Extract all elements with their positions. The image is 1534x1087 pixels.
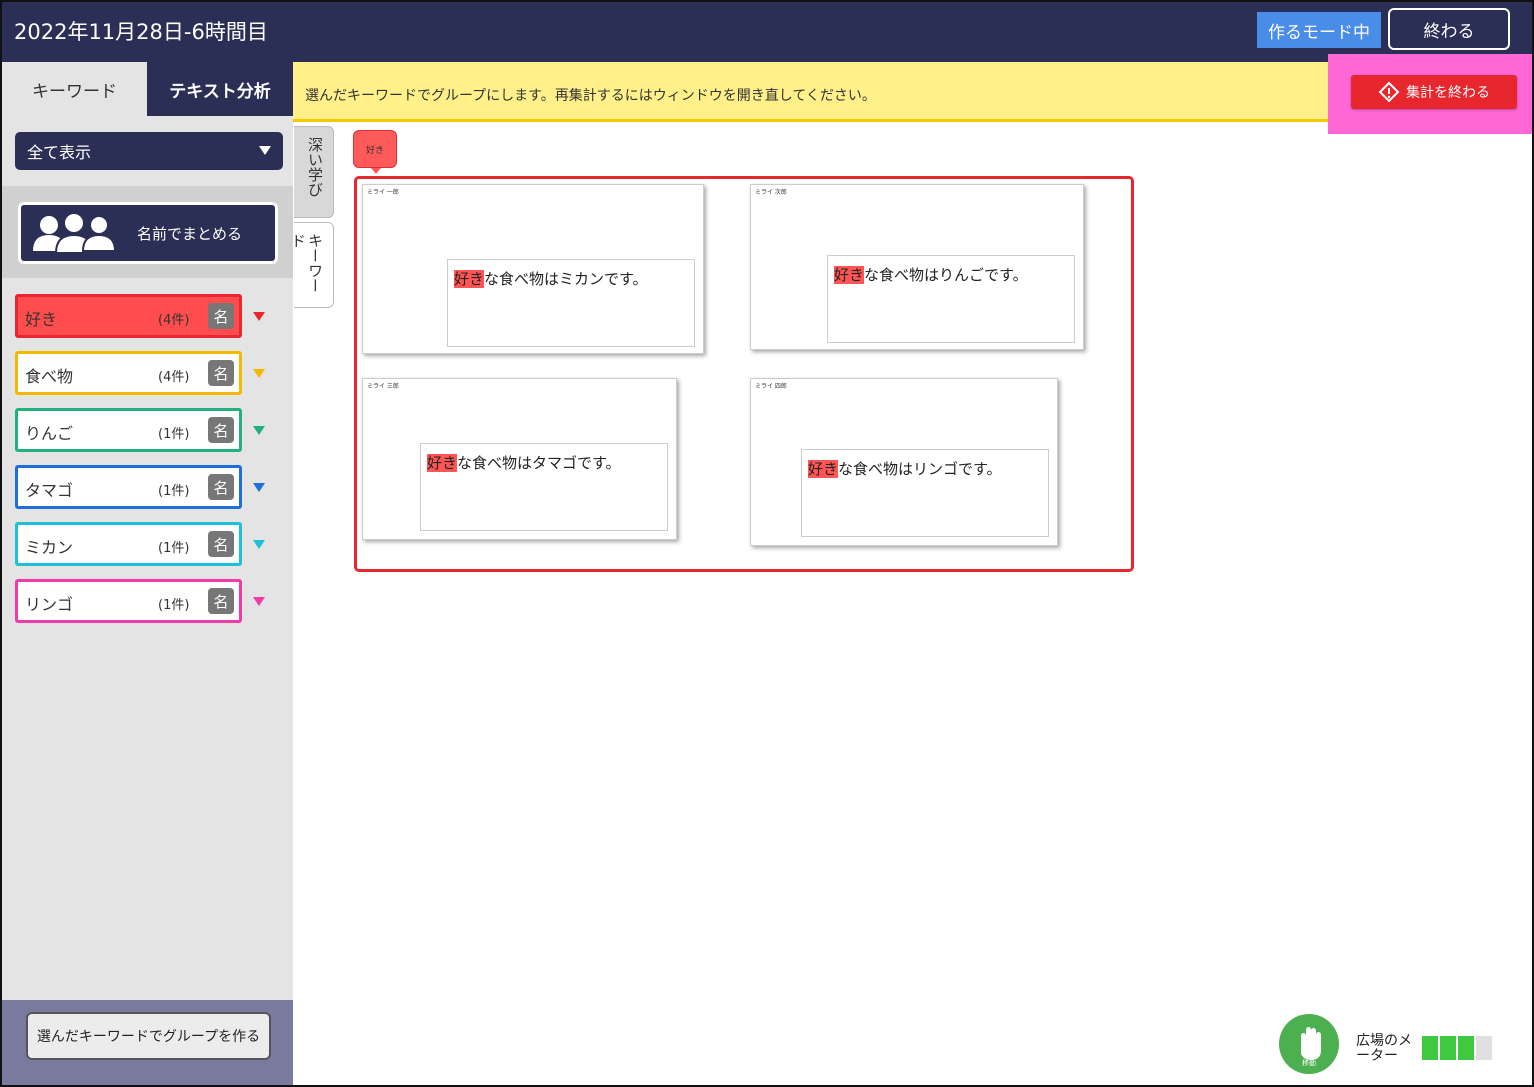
keyword-highlight: 好き xyxy=(808,460,839,478)
card-author: ミライ 次郎 xyxy=(755,189,787,196)
keyword-count: (1件) xyxy=(158,484,190,499)
card-body: 好きな食べ物はリンゴです。 xyxy=(801,449,1049,537)
keyword-count: (1件) xyxy=(158,541,190,556)
diamond-alert-icon xyxy=(1378,81,1400,103)
group-tag-pointer xyxy=(371,168,381,174)
meter-cell xyxy=(1458,1036,1474,1060)
card-text-rest: な食べ物はタマゴです。 xyxy=(457,454,621,472)
keyword-count: (4件) xyxy=(158,370,190,385)
hand-label: 移動 xyxy=(1302,1059,1316,1067)
keyword-arrow-icon[interactable] xyxy=(253,483,265,492)
name-badge-button[interactable]: 名 xyxy=(208,588,234,614)
header-bar: 2022年11月28日-6時間目 作るモード中 終わる xyxy=(2,2,1532,62)
make-group-button[interactable]: 選んだキーワードでグループを作る xyxy=(26,1012,271,1060)
keyword-label: 好き xyxy=(25,310,58,329)
card-body: 好きな食べ物はりんごです。 xyxy=(827,255,1075,343)
people-icon xyxy=(33,212,117,254)
name-badge-button[interactable]: 名 xyxy=(208,303,234,329)
keyword-count: (1件) xyxy=(158,598,190,613)
sidebar: 全て表示 名前でまとめる 好き (4件) 名食べ物 (4件) 名りんご (1件) 名タマゴ(… xyxy=(2,116,293,1085)
card-text-rest: な食べ物はりんごです。 xyxy=(864,266,1028,284)
card-body: 好きな食べ物はミカンです。 xyxy=(447,259,695,347)
response-card[interactable]: ミライ 次郎好きな食べ物はりんごです。 xyxy=(750,184,1084,350)
sidebar-footer: 選んだキーワードでグループを作る xyxy=(2,1000,293,1085)
meter-cell xyxy=(1422,1036,1438,1060)
create-mode-button[interactable]: 作るモード中 xyxy=(1257,12,1381,48)
keyword-count: (1件) xyxy=(158,427,190,442)
keyword-arrow-icon[interactable] xyxy=(253,426,265,435)
tab-deep-learning-label: 深い学び xyxy=(306,137,324,197)
response-card[interactable]: ミライ 三郎好きな食べ物はタマゴです。 xyxy=(362,378,677,540)
card-body: 好きな食べ物はタマゴです。 xyxy=(420,443,668,531)
keyword-label: 食べ物 xyxy=(25,367,74,386)
keyword-item[interactable]: タマゴ (1件) 名 xyxy=(15,465,242,509)
response-card[interactable]: ミライ 一郎好きな食べ物はミカンです。 xyxy=(362,184,704,354)
finish-aggregation-label: 集計を終わる xyxy=(1406,85,1490,101)
keyword-highlight: 好き xyxy=(834,266,865,284)
keyword-label: リンゴ xyxy=(25,595,74,614)
filter-select[interactable]: 全て表示 xyxy=(15,132,283,170)
keyword-highlight: 好き xyxy=(427,454,458,472)
app-window: 2022年11月28日-6時間目 作るモード中 終わる キーワード テキスト分析… xyxy=(0,0,1534,1087)
keyword-arrow-icon[interactable] xyxy=(253,597,265,606)
response-card[interactable]: ミライ 四郎好きな食べ物はリンゴです。 xyxy=(750,378,1058,546)
group-by-name-label: 名前でまとめる xyxy=(137,225,243,243)
tab-deep-learning[interactable]: 深い学び xyxy=(294,126,334,218)
card-text: 好きな食べ物はリンゴです。 xyxy=(808,458,1002,479)
keyword-count: (4件) xyxy=(158,313,190,328)
keyword-label: りんご xyxy=(25,424,74,443)
card-text-rest: な食べ物はリンゴです。 xyxy=(838,460,1002,478)
group-by-name-panel: 名前でまとめる xyxy=(2,186,293,278)
keyword-item[interactable]: 好き (4件) 名 xyxy=(15,294,242,338)
filter-value: 全て表示 xyxy=(27,143,92,162)
keyword-highlight: 好き xyxy=(454,270,485,288)
meter-cell xyxy=(1440,1036,1456,1060)
finish-aggregation-button[interactable]: 集計を終わる xyxy=(1351,75,1517,109)
name-badge-button[interactable]: 名 xyxy=(208,531,234,557)
name-badge-button[interactable]: 名 xyxy=(208,417,234,443)
card-text: 好きな食べ物はミカンです。 xyxy=(454,268,648,289)
group-by-name-button[interactable]: 名前でまとめる xyxy=(18,202,278,264)
keyword-arrow-icon[interactable] xyxy=(253,312,265,321)
keyword-item[interactable]: ミカン (1件) 名 xyxy=(15,522,242,566)
tab-side-keyword[interactable]: キーワード xyxy=(289,222,334,308)
keyword-arrow-icon[interactable] xyxy=(253,369,265,378)
keyword-item[interactable]: リンゴ (1件) 名 xyxy=(15,579,242,623)
end-button[interactable]: 終わる xyxy=(1388,8,1510,50)
move-hand-button[interactable]: 移動 xyxy=(1279,1014,1339,1074)
card-text: 好きな食べ物はりんごです。 xyxy=(834,264,1028,285)
keyword-label: ミカン xyxy=(25,538,74,557)
meter-label: 広場のメーター xyxy=(1356,1033,1412,1064)
card-text: 好きな食べ物はタマゴです。 xyxy=(427,452,621,473)
keyword-label: タマゴ xyxy=(25,481,74,500)
dropdown-arrow-icon xyxy=(259,146,271,155)
card-author: ミライ 四郎 xyxy=(755,383,787,390)
tab-text-analysis[interactable]: テキスト分析 xyxy=(147,62,293,116)
keyword-arrow-icon[interactable] xyxy=(253,540,265,549)
group-tag[interactable]: 好き xyxy=(353,130,397,168)
name-badge-button[interactable]: 名 xyxy=(208,474,234,500)
tab-keyword[interactable]: キーワード xyxy=(2,62,147,116)
notice-text: 選んだキーワードでグループにします。再集計するにはウィンドウを開き直してください… xyxy=(305,88,876,104)
page-title: 2022年11月28日-6時間目 xyxy=(14,20,268,44)
keyword-item[interactable]: りんご (1件) 名 xyxy=(15,408,242,452)
keyword-item[interactable]: 食べ物 (4件) 名 xyxy=(15,351,242,395)
card-author: ミライ 一郎 xyxy=(367,189,399,196)
card-author: ミライ 三郎 xyxy=(367,383,399,390)
card-text-rest: な食べ物はミカンです。 xyxy=(484,270,648,288)
tab-side-keyword-label: キーワード xyxy=(289,233,324,293)
meter-cell xyxy=(1476,1036,1492,1060)
name-badge-button[interactable]: 名 xyxy=(208,360,234,386)
